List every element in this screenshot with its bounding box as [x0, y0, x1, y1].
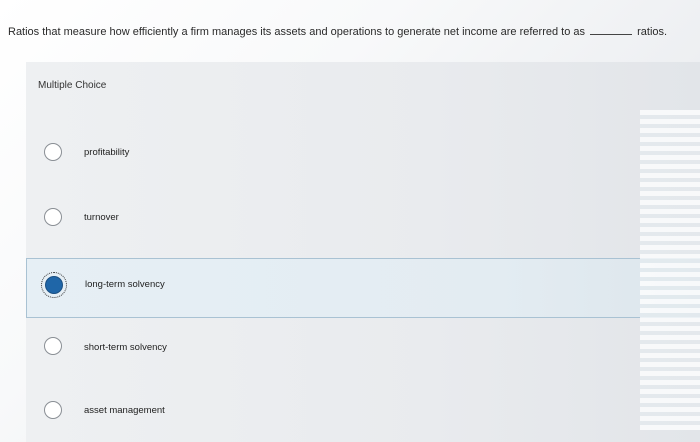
option-label: asset management [84, 405, 165, 416]
option-label: short-term solvency [84, 342, 167, 353]
option-label: profitability [84, 147, 130, 158]
option-label: long-term solvency [85, 279, 165, 290]
option-short-term-solvency[interactable]: short-term solvency [26, 320, 700, 376]
question-prompt: Ratios that measure how efficiently a fi… [8, 26, 585, 38]
question-text: Ratios that measure how efficiently a fi… [8, 26, 698, 38]
radio-button-selected[interactable] [41, 272, 67, 298]
option-turnover[interactable]: turnover [26, 189, 700, 245]
radio-button[interactable] [44, 208, 62, 226]
radio-button[interactable] [44, 337, 62, 355]
option-label: turnover [84, 212, 119, 223]
option-long-term-solvency[interactable]: long-term solvency [26, 258, 700, 318]
question-suffix: ratios. [637, 26, 668, 38]
radio-button[interactable] [44, 143, 62, 161]
question-type-label: Multiple Choice [38, 80, 107, 91]
option-asset-management[interactable]: asset management [26, 384, 700, 440]
radio-button[interactable] [44, 401, 62, 419]
answer-blank [590, 34, 633, 35]
option-profitability[interactable]: profitability [26, 124, 700, 180]
